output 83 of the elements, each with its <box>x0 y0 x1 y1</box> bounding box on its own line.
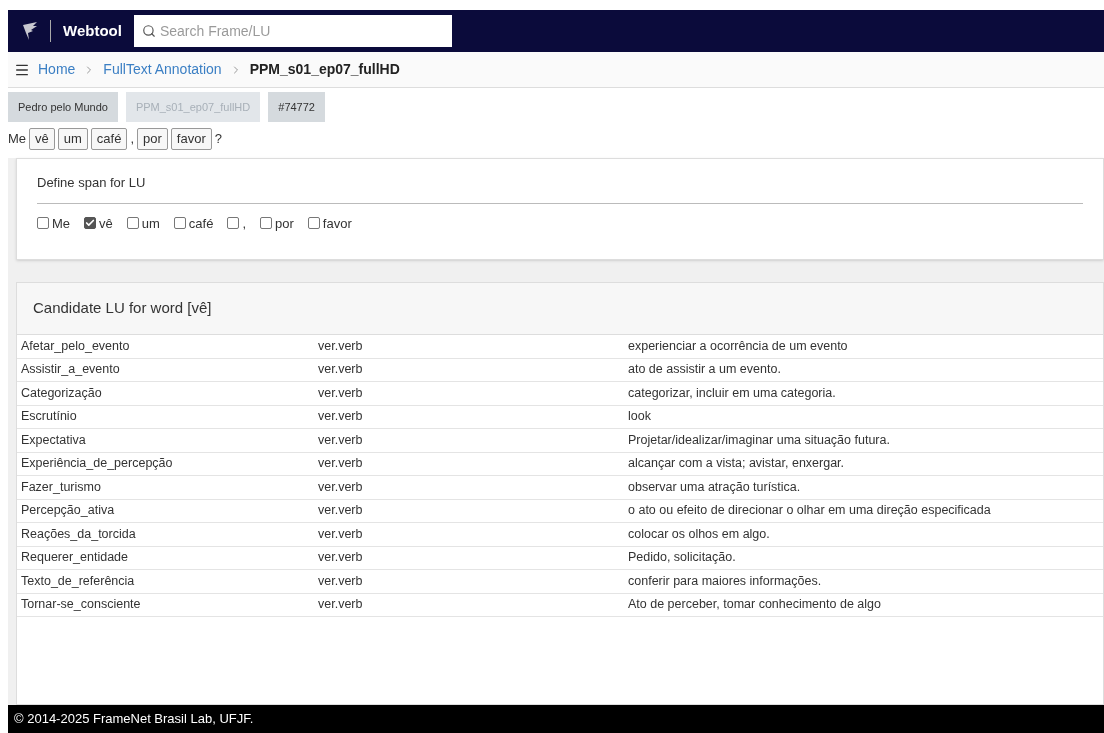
table-cell-text: ver.verb <box>318 431 364 449</box>
table-cell-text: Tornar-se_consciente <box>21 596 142 614</box>
table-cell-text: Pedido, solicitação. <box>628 549 737 567</box>
table-cell-text: Projetar/idealizar/imaginar uma situação futura. <box>628 431 891 449</box>
table-cell-text: alcançar com a vista; avistar, enxergar. <box>628 455 846 473</box>
table-cell-text: ver.verb <box>318 408 364 426</box>
checkbox[interactable] <box>227 217 240 230</box>
table-row[interactable]: Percepção_ativa ver.verb o ato ou efeito de direcionar o olhar em uma direção especificada <box>17 499 1103 523</box>
table-row[interactable]: Reações_da_torcida ver.verb colocar os olhos em algo. <box>17 523 1103 547</box>
table-row[interactable]: Requerer_entidade ver.verb Pedido, solicitação. <box>17 546 1103 570</box>
table-cell-text: colocar os olhos em algo. <box>628 525 771 543</box>
table-row[interactable]: Fazer_turismo ver.verb observar uma atração turística. <box>17 476 1103 500</box>
word-button[interactable]: vê <box>29 128 55 150</box>
word-text: Me <box>8 130 27 149</box>
span-checkbox[interactable]: café <box>173 213 214 233</box>
checkbox[interactable] <box>173 217 186 230</box>
word-button[interactable]: café <box>90 128 128 150</box>
table-cell-text: Assistir_a_evento <box>21 361 121 379</box>
span-checkbox[interactable]: favor <box>307 213 352 233</box>
table-row[interactable]: Categorização ver.verb categorizar, incluir em uma categoria. <box>17 382 1103 406</box>
table-cell-text: ver.verb <box>318 596 364 614</box>
checkbox[interactable] <box>126 217 139 230</box>
table-row[interactable]: Tornar-se_consciente ver.verb Ato de perceber, tomar conhecimento de algo <box>17 593 1103 617</box>
table-cell-text: Ato de perceber, tomar conhecimento de algo <box>628 596 882 614</box>
table-cell-text: Afetar_pelo_evento <box>21 337 131 355</box>
table-cell-text: Experiência_de_percepção <box>21 455 174 473</box>
checkbox[interactable] <box>307 217 320 230</box>
search-icon <box>141 24 156 38</box>
checkbox[interactable] <box>37 217 49 230</box>
word-button[interactable]: favor <box>170 128 212 150</box>
table-cell-text: Escrutínio <box>21 408 78 426</box>
table-cell-text: experienciar a ocorrência de um evento <box>628 337 849 355</box>
table-cell-text: ver.verb <box>318 572 364 590</box>
table-cell-text: conferir para maiores informações. <box>628 572 823 590</box>
table-cell-text: ver.verb <box>318 549 364 567</box>
table-row[interactable]: Afetar_pelo_evento ver.verb experienciar a ocorrência de um evento <box>17 335 1103 359</box>
table-cell-text: ver.verb <box>318 502 364 520</box>
table-cell-text: Reações_da_torcida <box>21 525 137 543</box>
table-cell-text: Texto_de_referência <box>21 572 136 590</box>
table-cell-text: Requerer_entidade <box>21 549 130 567</box>
table-cell-text: Fazer_turismo <box>21 478 102 496</box>
copyright-text: © 2014-2025 FrameNet Brasil Lab, UFJF. <box>14 710 254 729</box>
panel-title: Candidate LU for word [vê] <box>33 298 212 319</box>
span-checkbox[interactable]: vê <box>84 213 113 233</box>
checkbox[interactable] <box>260 217 273 230</box>
check-icon <box>85 218 96 229</box>
table-row[interactable]: Escrutínio ver.verb look <box>17 405 1103 429</box>
search-field[interactable]: Search Frame/LU <box>133 15 452 47</box>
table-cell-text: ver.verb <box>318 384 364 402</box>
table-cell-text: Percepção_ativa <box>21 502 116 520</box>
table-row[interactable]: Assistir_a_evento ver.verb ato de assistir a um evento. <box>17 358 1103 382</box>
word-text: ? <box>214 130 222 149</box>
brand-name: Webtool <box>63 20 122 41</box>
info-tag: Pedro pelo Mundo <box>8 92 118 122</box>
word-text: , <box>130 130 135 149</box>
table-cell-text: ver.verb <box>318 525 364 543</box>
table-cell-text: o ato ou efeito de direcionar o olhar em uma direção especificada <box>628 502 992 520</box>
table-cell-text: ver.verb <box>318 478 364 496</box>
table-row[interactable]: Experiência_de_percepção ver.verb alcançar com a vista; avistar, enxergar. <box>17 452 1103 476</box>
table-cell-text: observar uma atração turística. <box>628 478 802 496</box>
table-cell-text: ato de assistir a um evento. <box>628 361 782 379</box>
info-tag: #74772 <box>268 92 325 122</box>
table-cell-text: ver.verb <box>318 455 364 473</box>
breadcrumb-link[interactable]: FullText Annotation <box>103 59 222 80</box>
table-cell-text: look <box>628 408 652 426</box>
table-cell-text: categorizar, incluir em uma categoria. <box>628 384 837 402</box>
table-cell-text: ver.verb <box>318 337 364 355</box>
table-cell-text: ver.verb <box>318 361 364 379</box>
span-checkbox[interactable]: , <box>227 213 247 233</box>
span-checkbox[interactable]: Me <box>37 213 71 233</box>
table-cell-text: Categorização <box>21 384 103 402</box>
table-row[interactable]: Texto_de_referência ver.verb conferir para maiores informações. <box>17 570 1103 594</box>
logo-icon <box>22 21 38 41</box>
panel-title: Define span for LU <box>37 174 147 192</box>
word-button[interactable]: por <box>137 128 168 150</box>
span-checkbox[interactable]: por <box>260 213 294 233</box>
table-cell-text: Expectativa <box>21 431 87 449</box>
span-checkbox[interactable]: um <box>126 213 160 233</box>
table-row[interactable]: Expectativa ver.verb Projetar/idealizar/imaginar uma situação futura. <box>17 429 1103 453</box>
breadcrumb-link[interactable]: Home <box>38 59 76 80</box>
info-tag: PPM_s01_ep07_fullHD <box>125 92 261 122</box>
checkbox[interactable] <box>84 217 97 230</box>
word-button[interactable]: um <box>57 128 88 150</box>
